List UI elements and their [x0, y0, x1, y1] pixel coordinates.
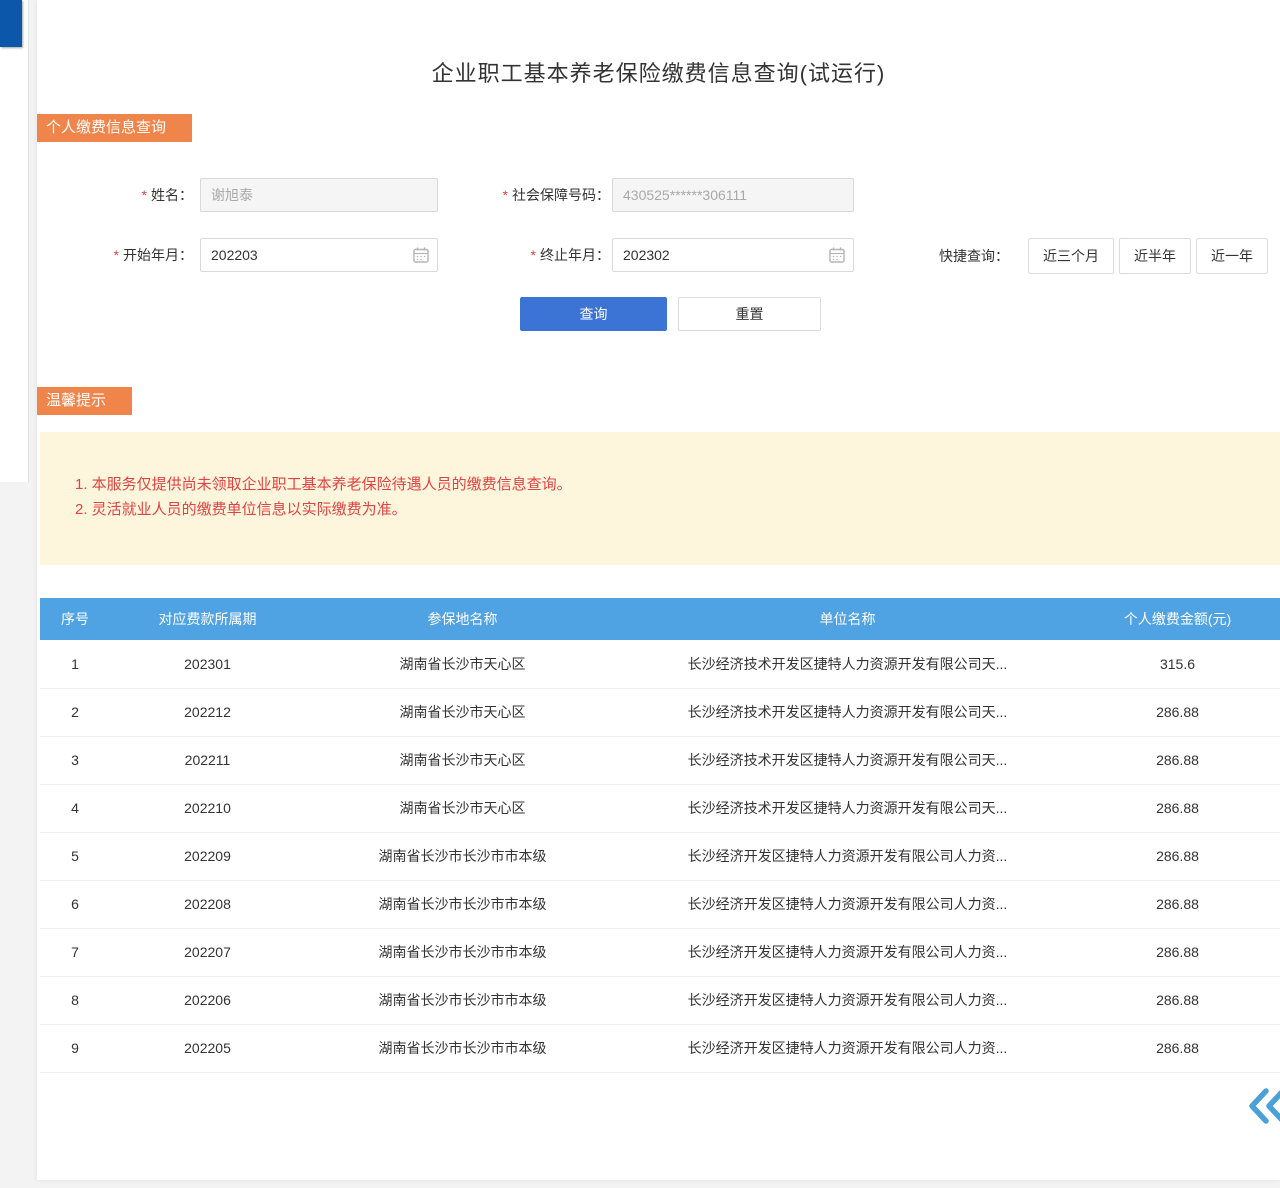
ssn-input [612, 178, 854, 212]
table-row: 1 202301 湖南省长沙市天心区 长沙经济技术开发区捷特人力资源开发有限公司… [40, 640, 1280, 688]
table-row: 6 202208 湖南省长沙市长沙市市本级 长沙经济开发区捷特人力资源开发有限公… [40, 880, 1280, 928]
table-header-cell: 参保地名称 [305, 598, 620, 640]
cell-period: 202206 [110, 976, 305, 1024]
reset-button[interactable]: 重置 [678, 297, 821, 331]
required-mark: * [142, 187, 147, 203]
start-month-label: *开始年月： [37, 238, 193, 272]
cell-amount: 286.88 [1075, 1024, 1280, 1072]
cell-period: 202212 [110, 688, 305, 736]
quick-range-button[interactable]: 近三个月 [1028, 238, 1114, 274]
cell-index: 1 [40, 640, 110, 688]
end-month-field [612, 238, 854, 272]
cell-period: 202211 [110, 736, 305, 784]
table-header-row: 序号对应费款所属期参保地名称单位名称个人缴费金额(元) [40, 598, 1280, 640]
table-header-cell: 个人缴费金额(元) [1075, 598, 1280, 640]
notice-line: 1. 本服务仅提供尚未领取企业职工基本养老保险待遇人员的缴费信息查询。 [75, 472, 1260, 497]
end-month-label: *终止年月： [437, 238, 610, 272]
cell-index: 2 [40, 688, 110, 736]
cell-amount: 286.88 [1075, 736, 1280, 784]
quick-range-button[interactable]: 近半年 [1119, 238, 1191, 274]
cell-area: 湖南省长沙市长沙市市本级 [305, 832, 620, 880]
cell-area: 湖南省长沙市天心区 [305, 784, 620, 832]
main-panel: 企业职工基本养老保险缴费信息查询(试运行) 个人缴费信息查询 *姓名： *社会保… [37, 0, 1280, 1180]
table-header-cell: 单位名称 [620, 598, 1075, 640]
table-row: 4 202210 湖南省长沙市天心区 长沙经济技术开发区捷特人力资源开发有限公司… [40, 784, 1280, 832]
table-row: 2 202212 湖南省长沙市天心区 长沙经济技术开发区捷特人力资源开发有限公司… [40, 688, 1280, 736]
cell-period: 202209 [110, 832, 305, 880]
cell-index: 5 [40, 832, 110, 880]
section-title: 温馨提示 [46, 387, 106, 415]
cell-amount: 286.88 [1075, 880, 1280, 928]
cell-company: 长沙经济开发区捷特人力资源开发有限公司人力资... [620, 832, 1075, 880]
cell-company: 长沙经济技术开发区捷特人力资源开发有限公司天... [620, 736, 1075, 784]
double-left-chevron-icon[interactable] [1245, 1086, 1280, 1126]
table-row: 9 202205 湖南省长沙市长沙市市本级 长沙经济开发区捷特人力资源开发有限公… [40, 1024, 1280, 1072]
quick-query-group: 快捷查询： 近三个月近半年近一年 [939, 238, 1268, 274]
cell-index: 9 [40, 1024, 110, 1072]
payment-table: 序号对应费款所属期参保地名称单位名称个人缴费金额(元) 1 202301 湖南省… [40, 598, 1280, 1073]
quick-range-button[interactable]: 近一年 [1196, 238, 1268, 274]
start-month-input[interactable] [200, 238, 438, 272]
page-title: 企业职工基本养老保险缴费信息查询(试运行) [37, 56, 1280, 88]
cell-company: 长沙经济技术开发区捷特人力资源开发有限公司天... [620, 784, 1075, 832]
cell-area: 湖南省长沙市天心区 [305, 688, 620, 736]
table-header-cell: 序号 [40, 598, 110, 640]
cell-index: 3 [40, 736, 110, 784]
cell-index: 6 [40, 880, 110, 928]
cell-area: 湖南省长沙市长沙市市本级 [305, 928, 620, 976]
cell-amount: 286.88 [1075, 928, 1280, 976]
cell-period: 202207 [110, 928, 305, 976]
section-title: 个人缴费信息查询 [46, 114, 166, 142]
query-button[interactable]: 查询 [520, 297, 667, 331]
section-header-personal-query: 个人缴费信息查询 [37, 114, 192, 142]
left-sidebar-strip [0, 0, 29, 482]
cell-amount: 286.88 [1075, 832, 1280, 880]
cell-amount: 286.88 [1075, 976, 1280, 1024]
table-header-cell: 对应费款所属期 [110, 598, 305, 640]
table-row: 8 202206 湖南省长沙市长沙市市本级 长沙经济开发区捷特人力资源开发有限公… [40, 976, 1280, 1024]
table-row: 7 202207 湖南省长沙市长沙市市本级 长沙经济开发区捷特人力资源开发有限公… [40, 928, 1280, 976]
cell-period: 202208 [110, 880, 305, 928]
cell-index: 8 [40, 976, 110, 1024]
cell-company: 长沙经济开发区捷特人力资源开发有限公司人力资... [620, 1024, 1075, 1072]
cell-amount: 286.88 [1075, 688, 1280, 736]
notice-box: 1. 本服务仅提供尚未领取企业职工基本养老保险待遇人员的缴费信息查询。2. 灵活… [40, 432, 1280, 565]
cell-area: 湖南省长沙市天心区 [305, 640, 620, 688]
cell-area: 湖南省长沙市长沙市市本级 [305, 880, 620, 928]
notice-line: 2. 灵活就业人员的缴费单位信息以实际缴费为准。 [75, 497, 1260, 522]
cell-period: 202205 [110, 1024, 305, 1072]
quick-query-label: 快捷查询： [939, 246, 1009, 266]
required-mark: * [531, 247, 536, 263]
cell-index: 7 [40, 928, 110, 976]
cell-period: 202301 [110, 640, 305, 688]
cell-amount: 286.88 [1075, 784, 1280, 832]
sidebar-blue-tab [0, 0, 22, 47]
start-month-field [200, 238, 438, 272]
required-mark: * [503, 187, 508, 203]
cell-index: 4 [40, 784, 110, 832]
cell-area: 湖南省长沙市长沙市市本级 [305, 976, 620, 1024]
cell-company: 长沙经济开发区捷特人力资源开发有限公司人力资... [620, 976, 1075, 1024]
cell-amount: 315.6 [1075, 640, 1280, 688]
required-mark: * [114, 247, 119, 263]
cell-area: 湖南省长沙市长沙市市本级 [305, 1024, 620, 1072]
calendar-icon[interactable] [413, 247, 429, 263]
calendar-icon[interactable] [829, 247, 845, 263]
name-input [200, 178, 438, 212]
cell-company: 长沙经济开发区捷特人力资源开发有限公司人力资... [620, 928, 1075, 976]
cell-company: 长沙经济技术开发区捷特人力资源开发有限公司天... [620, 640, 1075, 688]
cell-company: 长沙经济技术开发区捷特人力资源开发有限公司天... [620, 688, 1075, 736]
cell-area: 湖南省长沙市天心区 [305, 736, 620, 784]
table-row: 5 202209 湖南省长沙市长沙市市本级 长沙经济开发区捷特人力资源开发有限公… [40, 832, 1280, 880]
section-header-tips: 温馨提示 [37, 387, 132, 415]
end-month-input[interactable] [612, 238, 854, 272]
ssn-label: *社会保障号码： [437, 178, 610, 212]
table-row: 3 202211 湖南省长沙市天心区 长沙经济技术开发区捷特人力资源开发有限公司… [40, 736, 1280, 784]
cell-company: 长沙经济开发区捷特人力资源开发有限公司人力资... [620, 880, 1075, 928]
cell-period: 202210 [110, 784, 305, 832]
name-label: *姓名： [37, 178, 193, 212]
